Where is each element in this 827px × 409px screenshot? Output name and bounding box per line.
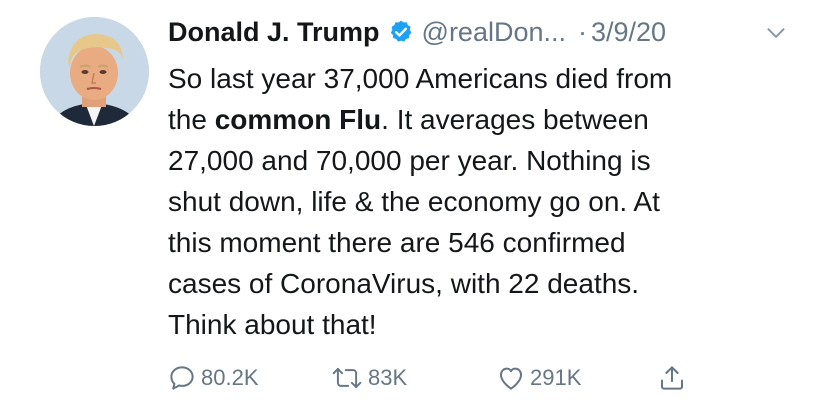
- tweet-text-line: shut down, life & the economy go on. At: [168, 186, 660, 217]
- header-separator: ·: [578, 17, 587, 47]
- tweet-actions: 80.2K 83K 291K: [0, 358, 827, 398]
- retweet-icon: [332, 367, 362, 389]
- reply-icon: [170, 366, 194, 390]
- avatar-image: [40, 17, 149, 126]
- retweet-count: 83K: [368, 365, 408, 390]
- reply-button[interactable]: 80.2K: [167, 358, 259, 398]
- tweet-text-line: cases of CoronaVirus, with 22 deaths.: [168, 268, 640, 299]
- tweet-text-line: So last year 37,000 Americans died from: [168, 63, 673, 94]
- tweet-text-line: Think about that!: [168, 309, 377, 340]
- author-name[interactable]: Donald J. Trump: [168, 12, 380, 52]
- verified-badge-icon: [388, 19, 414, 45]
- tweet-card[interactable]: Donald J. Trump @realDon... · 3/9/20 So …: [0, 0, 827, 409]
- tweet-header: Donald J. Trump @realDon... · 3/9/20: [168, 12, 666, 52]
- tweet-text: So last year 37,000 Americans died from …: [168, 58, 748, 345]
- tweet-text-line: the common Flu. It averages between: [168, 104, 649, 135]
- heart-icon: [500, 367, 522, 390]
- chevron-down-icon[interactable]: [763, 20, 789, 46]
- like-count: 291K: [530, 365, 582, 390]
- tweet-text-line: 27,000 and 70,000 per year. Nothing is: [168, 145, 651, 176]
- author-handle[interactable]: @realDon...: [422, 12, 566, 52]
- retweet-button[interactable]: 83K: [330, 358, 407, 398]
- like-button[interactable]: 291K: [496, 358, 581, 398]
- reply-count: 80.2K: [201, 365, 259, 390]
- avatar[interactable]: [40, 17, 149, 126]
- tweet-date[interactable]: 3/9/20: [591, 12, 666, 52]
- share-button[interactable]: [657, 358, 691, 398]
- share-icon: [661, 366, 683, 390]
- tweet-text-line: this moment there are 546 confirmed: [168, 227, 626, 258]
- bold-phrase: common Flu: [214, 104, 382, 135]
